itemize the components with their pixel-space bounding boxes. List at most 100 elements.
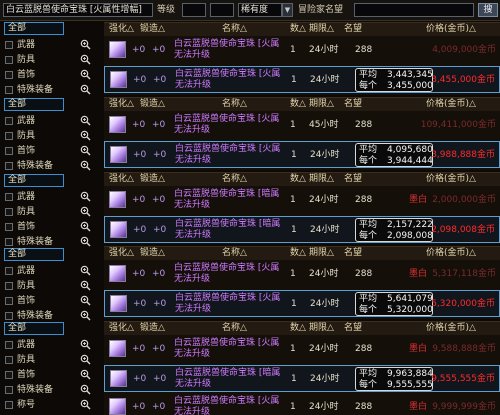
column-header-fame[interactable]: 名望 xyxy=(344,99,362,110)
column-header-fame[interactable]: 名望 xyxy=(344,323,362,334)
gem-item-icon[interactable] xyxy=(110,370,127,387)
zoom-in-icon[interactable] xyxy=(80,295,91,306)
table-row[interactable]: +0 +0 白云蓝脱兽使命宝珠 [暗属 无法升级 1 24小时 平均 2,157,222 每个 2… xyxy=(104,216,500,243)
checkbox-icon[interactable] xyxy=(5,238,13,246)
gem-item-icon[interactable] xyxy=(110,221,127,238)
zoom-in-icon[interactable] xyxy=(80,54,91,65)
column-header-qty[interactable]: 数△ xyxy=(290,99,306,110)
item-search-input[interactable]: 白云蓝脱兽使命宝珠 [火属性增幅] xyxy=(3,3,153,17)
gem-item-icon[interactable] xyxy=(110,71,127,88)
column-header-refine[interactable]: 锻造△ xyxy=(140,323,165,334)
checkbox-icon[interactable] xyxy=(5,193,13,201)
column-header-duration[interactable]: 期限△ xyxy=(309,174,334,185)
column-header-fame[interactable]: 名望 xyxy=(344,24,362,35)
category-item[interactable]: 防具 xyxy=(0,128,101,144)
category-item[interactable]: 武器 xyxy=(0,337,101,353)
rarity-select[interactable]: 稀有度 xyxy=(238,3,282,17)
table-row[interactable]: +0 +0 白云蓝脱兽使命宝珠 [火属 无法升级 1 45小时 288 109,411,000… xyxy=(104,112,500,139)
column-header-name[interactable]: 名称△ xyxy=(222,174,247,185)
column-header-qty[interactable]: 数△ xyxy=(290,248,306,259)
checkbox-icon[interactable] xyxy=(5,312,13,320)
column-header-name[interactable]: 名称△ xyxy=(222,99,247,110)
zoom-in-icon[interactable] xyxy=(80,160,91,171)
column-header-price[interactable]: 价格(金币)△ xyxy=(426,24,476,35)
column-header-refine[interactable]: 锻造△ xyxy=(140,24,165,35)
category-item[interactable]: 特殊装备 xyxy=(0,158,101,174)
table-row[interactable]: +0 +0 白云蓝脱兽使命宝珠 [火属 无法升级 1 24小时 平均 4,095,680 每个 3… xyxy=(104,141,500,168)
column-header-fame[interactable]: 名望 xyxy=(344,248,362,259)
column-header-enhance[interactable]: 强化△ xyxy=(109,248,134,259)
category-all-button[interactable]: 全部 xyxy=(4,322,64,335)
gem-item-icon[interactable] xyxy=(109,398,126,415)
column-header-name[interactable]: 名称△ xyxy=(222,248,247,259)
table-row[interactable]: +0 +0 白云蓝脱兽使命宝珠 [火属 无法升级 1 24小时 平均 3,443,345 每个 3… xyxy=(104,66,500,93)
checkbox-icon[interactable] xyxy=(5,356,13,364)
zoom-in-icon[interactable] xyxy=(80,280,91,291)
column-header-enhance[interactable]: 强化△ xyxy=(109,174,134,185)
zoom-in-icon[interactable] xyxy=(80,339,91,350)
column-header-refine[interactable]: 锻造△ xyxy=(140,248,165,259)
category-item[interactable]: 武器 xyxy=(0,37,101,53)
table-row[interactable]: +0 +0 白云蓝脱兽使命宝珠 [暗属 无法升级 1 24小时 288 墨白 2,000,000… xyxy=(104,187,500,214)
grade-max-input[interactable] xyxy=(210,3,234,17)
column-header-qty[interactable]: 数△ xyxy=(290,174,306,185)
column-header-name[interactable]: 名称△ xyxy=(222,323,247,334)
category-item[interactable]: 首饰 xyxy=(0,293,101,309)
table-row[interactable]: +0 +0 白云蓝脱兽使命宝珠 [暗属 无法升级 1 24小时 平均 9,963,884 每个 9… xyxy=(104,365,500,392)
grade-min-input[interactable] xyxy=(182,3,206,17)
category-item[interactable]: 特殊装备 xyxy=(0,82,101,98)
category-item[interactable]: 称号 xyxy=(0,397,101,413)
gem-item-icon[interactable] xyxy=(110,295,127,312)
column-header-duration[interactable]: 期限△ xyxy=(309,323,334,334)
column-header-refine[interactable]: 锻造△ xyxy=(140,174,165,185)
category-item[interactable]: 武器 xyxy=(0,263,101,279)
zoom-in-icon[interactable] xyxy=(80,206,91,217)
zoom-in-icon[interactable] xyxy=(80,236,91,247)
zoom-in-icon[interactable] xyxy=(80,130,91,141)
table-row[interactable]: +0 +0 白云蓝脱兽使命宝珠 [火属 无法升级 1 24小时 平均 5,641,079 每个 5… xyxy=(104,290,500,317)
category-item[interactable]: 特殊装备 xyxy=(0,382,101,398)
reputation-input[interactable] xyxy=(354,3,474,17)
column-header-duration[interactable]: 期限△ xyxy=(309,248,334,259)
zoom-in-icon[interactable] xyxy=(80,115,91,126)
category-item[interactable]: 防具 xyxy=(0,52,101,68)
column-header-price[interactable]: 价格(金币)△ xyxy=(426,174,476,185)
checkbox-icon[interactable] xyxy=(5,223,13,231)
column-header-price[interactable]: 价格(金币)△ xyxy=(426,323,476,334)
category-item[interactable]: 防具 xyxy=(0,352,101,368)
checkbox-icon[interactable] xyxy=(5,147,13,155)
checkbox-icon[interactable] xyxy=(5,208,13,216)
category-item[interactable]: 武器 xyxy=(0,113,101,129)
column-header-enhance[interactable]: 强化△ xyxy=(109,323,134,334)
checkbox-icon[interactable] xyxy=(5,117,13,125)
category-item[interactable]: 防具 xyxy=(0,278,101,294)
checkbox-icon[interactable] xyxy=(5,41,13,49)
category-item[interactable]: 首饰 xyxy=(0,367,101,383)
gem-item-icon[interactable] xyxy=(110,146,127,163)
checkbox-icon[interactable] xyxy=(5,162,13,170)
zoom-in-icon[interactable] xyxy=(80,84,91,95)
column-header-duration[interactable]: 期限△ xyxy=(309,24,334,35)
zoom-in-icon[interactable] xyxy=(80,39,91,50)
zoom-in-icon[interactable] xyxy=(80,221,91,232)
table-row[interactable]: +0 +0 白云蓝脱兽使命宝珠 [火属 无法升级 1 24小时 288 4,009,000金币 xyxy=(104,37,500,64)
category-item[interactable]: 首饰 xyxy=(0,143,101,159)
zoom-in-icon[interactable] xyxy=(80,310,91,321)
column-header-qty[interactable]: 数△ xyxy=(290,323,306,334)
checkbox-icon[interactable] xyxy=(5,341,13,349)
category-all-button[interactable]: 全部 xyxy=(4,174,64,187)
column-header-name[interactable]: 名称△ xyxy=(222,24,247,35)
table-row[interactable]: +0 +0 白云蓝脱兽使命宝珠 [火属 无法升级 1 24小时 288 墨白 9,588,888… xyxy=(104,336,500,363)
zoom-in-icon[interactable] xyxy=(80,399,91,410)
column-header-qty[interactable]: 数△ xyxy=(290,24,306,35)
zoom-in-icon[interactable] xyxy=(80,191,91,202)
checkbox-icon[interactable] xyxy=(5,267,13,275)
category-item[interactable]: 首饰 xyxy=(0,67,101,83)
zoom-in-icon[interactable] xyxy=(80,265,91,276)
checkbox-icon[interactable] xyxy=(5,386,13,394)
rarity-dropdown-icon[interactable]: ▼ xyxy=(282,3,293,17)
category-all-button[interactable]: 全部 xyxy=(4,22,64,35)
zoom-in-icon[interactable] xyxy=(80,354,91,365)
zoom-in-icon[interactable] xyxy=(80,384,91,395)
gem-item-icon[interactable] xyxy=(109,41,126,58)
